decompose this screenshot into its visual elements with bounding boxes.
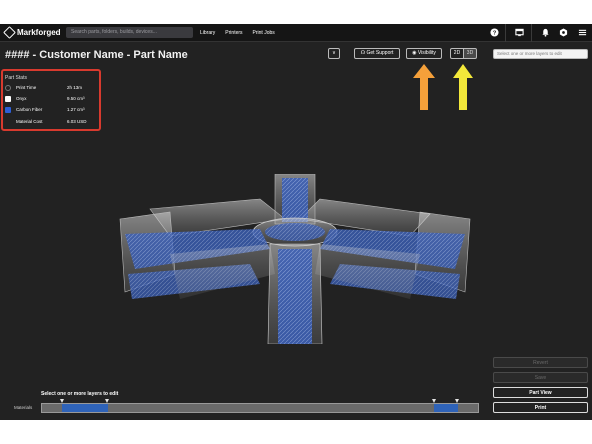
stat-label: Print Time: [16, 85, 37, 90]
nav-divider: [531, 24, 532, 42]
collapse-button[interactable]: ∨: [328, 48, 340, 59]
markforged-logo-icon: [3, 26, 16, 39]
stat-label: Carbon Fiber: [16, 107, 43, 112]
stat-row-print-time: Print Time 2h 13m: [5, 84, 100, 92]
stat-row-onyx: Onyx 9.50 cm³: [5, 95, 100, 103]
search-input[interactable]: Search parts, folders, builds, devices..…: [66, 27, 193, 38]
part-stats-title: Part Stats: [5, 75, 27, 81]
layer-handle[interactable]: [60, 399, 64, 403]
stat-row-carbon-fiber: Carbon Fiber 1.27 cm³: [5, 106, 100, 114]
stat-value: 1.27 cm³: [67, 107, 85, 112]
brand-name: Markforged: [17, 28, 61, 37]
nav-link-print-jobs[interactable]: Print Jobs: [253, 30, 275, 36]
layer-range-segment: [434, 404, 458, 412]
view-3d-toggle[interactable]: 3D: [463, 48, 477, 59]
part-view-button[interactable]: Part View: [493, 387, 588, 398]
bell-icon[interactable]: [541, 28, 550, 37]
print-button[interactable]: Print: [493, 402, 588, 413]
part-model: [119, 174, 471, 344]
nav-links: Library Printers Print Jobs: [200, 24, 285, 42]
get-support-button[interactable]: ☊ Get Support: [354, 48, 400, 59]
orange-arrow-icon: [413, 64, 435, 110]
save-button[interactable]: Save: [493, 372, 588, 383]
visibility-button[interactable]: ◉ Visibility: [406, 48, 442, 59]
layer-select-dropdown[interactable]: Select one or more layers to edit: [493, 49, 588, 59]
layer-range-segment: [62, 404, 108, 412]
monitor-icon[interactable]: [515, 28, 524, 37]
layer-timeline[interactable]: [41, 399, 479, 413]
stat-value: 6.03 USD: [67, 119, 87, 124]
carbon-fiber-swatch: [5, 107, 11, 113]
timeline-hint: Select one or more layers to edit: [41, 391, 119, 397]
stat-value: 2h 13m: [67, 85, 83, 90]
view-2d-toggle[interactable]: 2D: [450, 48, 464, 59]
part-3d-viewport[interactable]: [110, 174, 480, 344]
stat-row-material-cost: Material Cost 6.03 USD: [5, 118, 100, 126]
layer-handle[interactable]: [105, 399, 109, 403]
stat-value: 9.50 cm³: [67, 96, 85, 101]
nav-link-printers[interactable]: Printers: [225, 30, 242, 36]
clock-icon: [5, 85, 11, 91]
onyx-swatch: [5, 96, 11, 102]
timeline-label: Materials: [14, 405, 33, 410]
app-window: Markforged Search parts, folders, builds…: [0, 24, 592, 420]
layer-handle[interactable]: [455, 399, 459, 403]
get-support-label: Get Support: [366, 50, 394, 56]
layer-handle[interactable]: [432, 399, 436, 403]
top-nav-bar: Markforged Search parts, folders, builds…: [0, 24, 592, 42]
brand-logo[interactable]: Markforged: [3, 26, 61, 39]
menu-icon[interactable]: [578, 28, 587, 37]
visibility-label: Visibility: [417, 50, 436, 56]
chevron-down-icon: ∨: [332, 50, 336, 56]
settings-icon[interactable]: [559, 28, 568, 37]
help-icon[interactable]: ?: [490, 28, 499, 37]
nav-divider: [505, 24, 506, 42]
revert-button[interactable]: Revert: [493, 357, 588, 368]
stat-label: Onyx: [16, 96, 27, 101]
nav-link-library[interactable]: Library: [200, 30, 215, 36]
stat-label: Material Cost: [16, 119, 43, 124]
svg-text:?: ?: [493, 31, 497, 37]
page-title: #### - Customer Name - Part Name: [5, 49, 188, 61]
yellow-arrow-icon: [453, 64, 473, 110]
